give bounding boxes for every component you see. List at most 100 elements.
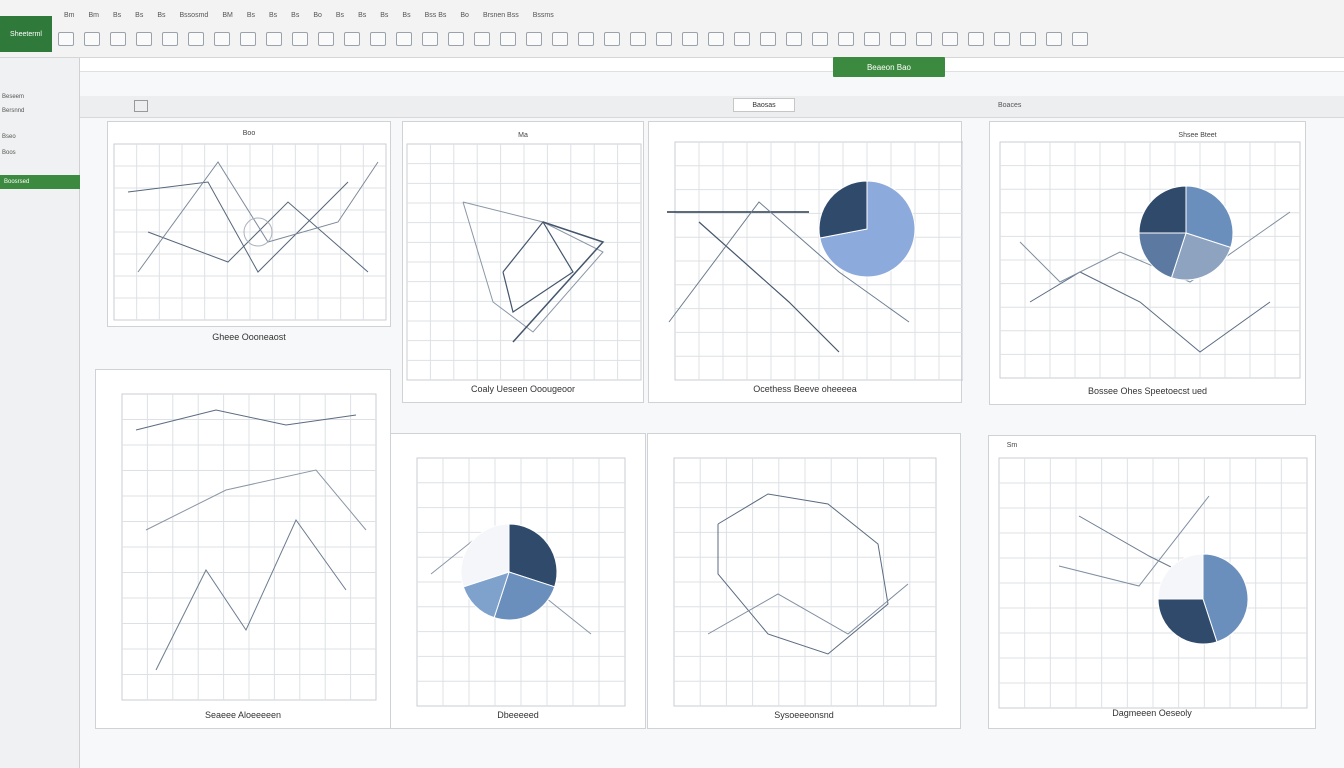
ribbon: [0, 0, 1344, 58]
ribbon-tabs: Bm Bm Bs Bs Bs Bssosmd BM Bs Bs Bs Bo Bs Bs Bs Bs Bss B…: [60, 12, 558, 26]
toolbar-tool-icon[interactable]: [838, 32, 854, 46]
sub-toolbar-label: Boaces: [998, 102, 1022, 109]
ribbon-tab[interactable]: Bs: [287, 12, 303, 26]
ribbon-tab[interactable]: Bss Bs: [421, 12, 451, 26]
toolbar-tool-icon[interactable]: [578, 32, 594, 46]
toolbar-tool-icon[interactable]: [734, 32, 750, 46]
toolbar-tool-icon[interactable]: [214, 32, 230, 46]
toolbar-tool-icon[interactable]: [1072, 32, 1088, 46]
chart-caption: Coaly Ueseen Ooougeoor: [470, 384, 576, 394]
toolbar-tool-icon[interactable]: [448, 32, 464, 46]
toolbar-tool-icon[interactable]: [162, 32, 178, 46]
ribbon-tab[interactable]: Bs: [354, 12, 370, 26]
sidebar-item[interactable]: Bersnnd: [2, 106, 76, 116]
chart-panel-3[interactable]: Ocethess Beeve oheeeea: [648, 121, 963, 403]
ribbon-tab[interactable]: Bm: [85, 12, 104, 26]
grid-icon[interactable]: [134, 100, 148, 112]
chart-caption: Gheee Oooneaost: [212, 332, 286, 342]
toolbar-tool-icon[interactable]: [266, 32, 282, 46]
toolbar-tool-icon[interactable]: [370, 32, 386, 46]
toolbar-tool-icon[interactable]: [1046, 32, 1062, 46]
ribbon-tab[interactable]: Bssosmd: [176, 12, 213, 26]
sidebar: Beseem Bersnnd Bseo Boos: [0, 58, 80, 768]
ribbon-tab[interactable]: Bs: [153, 12, 169, 26]
chart-panel-1[interactable]: Boo: [107, 121, 391, 327]
toolbar-tool-icon[interactable]: [58, 32, 74, 46]
toolbar-tool-icon[interactable]: [292, 32, 308, 46]
sub-toolbar: Boaces: [80, 96, 1344, 118]
chart-canvas: [416, 457, 626, 707]
formula-bar[interactable]: [80, 58, 1344, 72]
toolbar-tool-icon[interactable]: [656, 32, 672, 46]
toolbar-tool-icon[interactable]: [474, 32, 490, 46]
toolbar-tool-icon[interactable]: [942, 32, 958, 46]
toolbar-tool-icon[interactable]: [500, 32, 516, 46]
data-line: [707, 583, 909, 635]
pie-slice: [1157, 553, 1204, 600]
chart-canvas: [406, 143, 642, 381]
toolbar-tool-icon[interactable]: [604, 32, 620, 46]
toolbar-tool-icon[interactable]: [240, 32, 256, 46]
toolbar-tool-icon[interactable]: [318, 32, 334, 46]
toolbar-tool-icon[interactable]: [786, 32, 802, 46]
toolbar-tool-icon[interactable]: [422, 32, 438, 46]
view-selector[interactable]: Baosas: [733, 98, 795, 112]
toolbar-tool-icon[interactable]: [994, 32, 1010, 46]
pie-slice: [1138, 185, 1187, 234]
chart-panel-7[interactable]: Sysoeeeonsnd: [647, 433, 961, 729]
ribbon-tab[interactable]: Bs: [131, 12, 147, 26]
toolbar-tool-icon[interactable]: [552, 32, 568, 46]
ribbon-tab[interactable]: Brsnen Bss: [479, 12, 523, 26]
toolbar-tool-icon[interactable]: [812, 32, 828, 46]
sidebar-item[interactable]: Beseem: [2, 92, 76, 102]
toolbar-tool-icon[interactable]: [864, 32, 880, 46]
data-line: [462, 201, 604, 333]
toolbar-tool-icon[interactable]: [188, 32, 204, 46]
toolbar-tool-icon[interactable]: [1020, 32, 1036, 46]
app-badge[interactable]: Sheeterml: [0, 16, 52, 52]
ribbon-tab[interactable]: BM: [218, 12, 237, 26]
ribbon-tab[interactable]: Bs: [109, 12, 125, 26]
toolbar-tool-icon[interactable]: [968, 32, 984, 46]
chart-panel-2[interactable]: Ma Coaly Ueseen Ooougeoor: [402, 121, 644, 403]
primary-action-button[interactable]: Beaeon Bao: [833, 57, 945, 77]
chart-canvas: [673, 457, 937, 707]
ribbon-tab[interactable]: Bm: [60, 12, 79, 26]
toolbar-tool-icon[interactable]: [396, 32, 412, 46]
chart-panel-8[interactable]: Sm Dagmeeen Oeseoly: [988, 435, 1316, 729]
ribbon-tab[interactable]: Bo: [309, 12, 326, 26]
chart-panel-6[interactable]: Dbeeeeed: [390, 433, 646, 729]
sidebar-item-active[interactable]: Boosrsed: [0, 175, 80, 189]
toolbar-tool-icon[interactable]: [916, 32, 932, 46]
ribbon-tab[interactable]: Bs: [398, 12, 414, 26]
ribbon-tab[interactable]: Bo: [456, 12, 473, 26]
chart-caption: Dagmeeen Oeseoly: [1112, 708, 1192, 718]
data-line: [137, 161, 379, 273]
toolbar-tool-icon[interactable]: [708, 32, 724, 46]
ribbon-tab[interactable]: Bs: [243, 12, 259, 26]
sidebar-item[interactable]: Bseo: [2, 132, 76, 142]
chart-panel-4[interactable]: Shsee Bteet Bossee Ohes Speetoecst ued: [989, 121, 1306, 405]
toolbar-tool-icon[interactable]: [760, 32, 776, 46]
ribbon-tab[interactable]: Bssms: [529, 12, 558, 26]
chart-canvas: [113, 143, 387, 321]
chart-caption: Ocethess Beeve oheeeea: [753, 384, 857, 394]
ribbon-tab[interactable]: Bs: [332, 12, 348, 26]
toolbar-tool-icon[interactable]: [682, 32, 698, 46]
ribbon-tab[interactable]: Bs: [376, 12, 392, 26]
ribbon-tab[interactable]: Bs: [265, 12, 281, 26]
sidebar-item[interactable]: Boos: [2, 148, 76, 158]
toolbar-tool-icon[interactable]: [110, 32, 126, 46]
chart-caption: Seaeee Aloeeeeen: [204, 710, 282, 720]
data-line: [127, 181, 349, 273]
chart-panel-5[interactable]: Seaeee Aloeeeeen: [95, 369, 391, 729]
toolbar-tool-icon[interactable]: [136, 32, 152, 46]
chart-caption: Sysoeeeonsnd: [774, 710, 834, 720]
toolbar-tool-icon[interactable]: [526, 32, 542, 46]
toolbar-tool-icon[interactable]: [630, 32, 646, 46]
chart-canvas: [998, 457, 1308, 709]
toolbar-tool-icon[interactable]: [84, 32, 100, 46]
chart-canvas: [121, 393, 377, 701]
toolbar-tool-icon[interactable]: [890, 32, 906, 46]
toolbar-tool-icon[interactable]: [344, 32, 360, 46]
